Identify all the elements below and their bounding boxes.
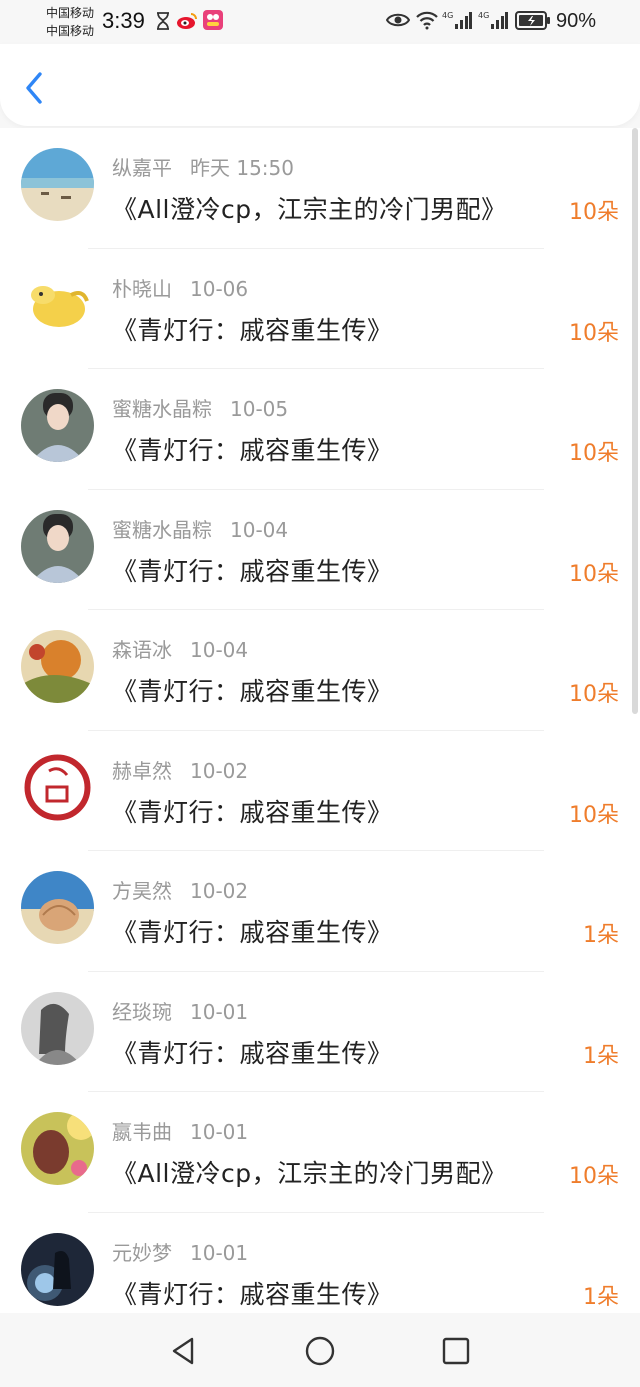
item-meta: 方昊然 10-02 bbox=[112, 875, 248, 904]
item-meta: 朴晓山 10-06 bbox=[112, 273, 248, 302]
list-item[interactable]: 元妙梦 10-01 《青灯行：戚容重生传》 1朵 bbox=[0, 1213, 640, 1314]
gift-amount: 1朵 bbox=[583, 923, 619, 948]
list-item[interactable]: 蜜糖水晶粽 10-04 《青灯行：戚容重生传》 10朵 bbox=[0, 490, 640, 610]
system-nav-bar bbox=[0, 1313, 640, 1387]
book-title: 《All澄冷cp，江宗主的冷门男配》 bbox=[112, 195, 507, 224]
carrier-2: 中国移动 bbox=[46, 24, 95, 38]
book-title: 《青灯行：戚容重生传》 bbox=[112, 1038, 393, 1068]
recents-square-icon[interactable] bbox=[440, 1335, 472, 1367]
list-item[interactable]: 蜜糖水晶粽 10-05 《青灯行：戚容重生传》 10朵 bbox=[0, 369, 640, 490]
list-item[interactable]: 赫卓然 10-02 《青灯行：戚容重生传》 10朵 bbox=[0, 731, 640, 851]
scrollbar[interactable] bbox=[632, 128, 638, 714]
user-name: 元妙梦 bbox=[112, 1240, 172, 1265]
battery-percentage: 90% bbox=[556, 10, 597, 32]
book-title: 《青灯行：戚容重生传》 bbox=[112, 677, 393, 706]
item-date: 10-06 bbox=[190, 276, 249, 301]
item-date: 10-01 bbox=[190, 1240, 249, 1265]
avatar bbox=[21, 1232, 94, 1306]
hourglass-icon bbox=[157, 12, 169, 30]
book-title: 《青灯行：戚容重生传》 bbox=[112, 1279, 393, 1309]
book-title: 《青灯行：戚容重生传》 bbox=[112, 556, 393, 586]
chevron-left-icon[interactable] bbox=[18, 68, 52, 108]
home-circle-icon[interactable] bbox=[304, 1335, 336, 1367]
book-title: 《All澄冷cp，江宗主的冷门男配》 bbox=[112, 1159, 507, 1188]
item-date: 10-01 bbox=[190, 1120, 249, 1144]
gift-amount: 10朵 bbox=[569, 320, 619, 346]
avatar bbox=[21, 991, 94, 1065]
item-meta: 赫卓然 10-02 bbox=[112, 755, 248, 784]
user-name: 嬴韦曲 bbox=[112, 1120, 172, 1144]
list-item[interactable]: 经琰琬 10-01 《青灯行：戚容重生传》 1朵 bbox=[0, 972, 640, 1092]
gift-amount: 10朵 bbox=[569, 441, 619, 466]
list-item[interactable]: 纵嘉平 昨天 15:50 《All澄冷cp，江宗主的冷门男配》 10朵 bbox=[0, 128, 640, 249]
weibo-icon bbox=[177, 13, 197, 29]
status-bar: 中国移动 中国移动 3:39 4G 4G 90% bbox=[0, 0, 640, 44]
gift-amount: 10朵 bbox=[569, 1164, 619, 1189]
item-date: 昨天 15:50 bbox=[190, 156, 294, 180]
item-date: 10-02 bbox=[190, 758, 249, 783]
user-name: 蜜糖水晶粽 bbox=[112, 517, 212, 542]
battery-icon bbox=[515, 11, 550, 30]
user-name: 纵嘉平 bbox=[112, 156, 172, 180]
carrier-1: 中国移动 bbox=[46, 6, 95, 20]
item-date: 10-02 bbox=[190, 879, 249, 903]
list-item[interactable]: 方昊然 10-02 《青灯行：戚容重生传》 1朵 bbox=[0, 851, 640, 972]
gift-amount: 10朵 bbox=[569, 561, 619, 587]
avatar bbox=[21, 268, 94, 342]
item-date: 10-01 bbox=[190, 999, 249, 1024]
list-item[interactable]: 朴晓山 10-06 《青灯行：戚容重生传》 10朵 bbox=[0, 249, 640, 369]
item-meta: 嬴韦曲 10-01 bbox=[112, 1116, 248, 1145]
item-meta: 蜜糖水晶粽 10-05 bbox=[112, 393, 288, 422]
signal-4g-icon: 4G bbox=[478, 11, 508, 29]
user-name: 赫卓然 bbox=[112, 758, 172, 783]
item-meta: 森语冰 10-04 bbox=[112, 634, 248, 663]
signal-4g-icon: 4G bbox=[442, 11, 472, 29]
item-meta: 经琰琬 10-01 bbox=[112, 996, 248, 1025]
gift-record-list: 纵嘉平 昨天 15:50 《All澄冷cp，江宗主的冷门男配》 10朵 朴晓山 10… bbox=[0, 128, 640, 1313]
back-triangle-icon[interactable] bbox=[168, 1335, 200, 1367]
header bbox=[0, 44, 640, 126]
status-time: 3:39 bbox=[102, 8, 145, 33]
carrier-label: 中国移动 中国移动 bbox=[46, 4, 94, 40]
gift-amount: 10朵 bbox=[569, 200, 619, 225]
book-title: 《青灯行：戚容重生传》 bbox=[112, 436, 393, 465]
avatar bbox=[21, 1112, 94, 1185]
avatar bbox=[21, 389, 94, 462]
avatar bbox=[21, 750, 94, 824]
item-date: 10-04 bbox=[190, 638, 249, 662]
gift-amount: 10朵 bbox=[569, 802, 619, 828]
book-title: 《青灯行：戚容重生传》 bbox=[112, 315, 393, 345]
list-item[interactable]: 嬴韦曲 10-01 《All澄冷cp，江宗主的冷门男配》 10朵 bbox=[0, 1092, 640, 1213]
book-title: 《青灯行：戚容重生传》 bbox=[112, 918, 393, 947]
avatar bbox=[21, 148, 94, 221]
user-name: 方昊然 bbox=[112, 879, 172, 903]
gift-amount: 1朵 bbox=[583, 1043, 619, 1069]
app-icon bbox=[203, 10, 223, 30]
user-name: 森语冰 bbox=[112, 638, 172, 662]
user-name: 经琰琬 bbox=[112, 999, 172, 1024]
avatar bbox=[21, 509, 94, 583]
item-meta: 纵嘉平 昨天 15:50 bbox=[112, 152, 294, 181]
list-item[interactable]: 森语冰 10-04 《青灯行：戚容重生传》 10朵 bbox=[0, 610, 640, 731]
svg-text:4G: 4G bbox=[442, 11, 453, 20]
wifi-icon bbox=[416, 11, 438, 30]
item-meta: 蜜糖水晶粽 10-04 bbox=[112, 514, 288, 543]
book-title: 《青灯行：戚容重生传》 bbox=[112, 797, 393, 827]
avatar bbox=[21, 630, 94, 703]
svg-text:4G: 4G bbox=[478, 11, 489, 20]
avatar bbox=[21, 871, 94, 944]
item-date: 10-04 bbox=[230, 517, 289, 542]
user-name: 蜜糖水晶粽 bbox=[112, 397, 212, 421]
gift-amount: 1朵 bbox=[583, 1284, 619, 1310]
item-meta: 元妙梦 10-01 bbox=[112, 1237, 248, 1266]
gift-amount: 10朵 bbox=[569, 682, 619, 707]
user-name: 朴晓山 bbox=[112, 276, 172, 301]
eye-icon bbox=[386, 13, 410, 27]
item-date: 10-05 bbox=[230, 397, 289, 421]
